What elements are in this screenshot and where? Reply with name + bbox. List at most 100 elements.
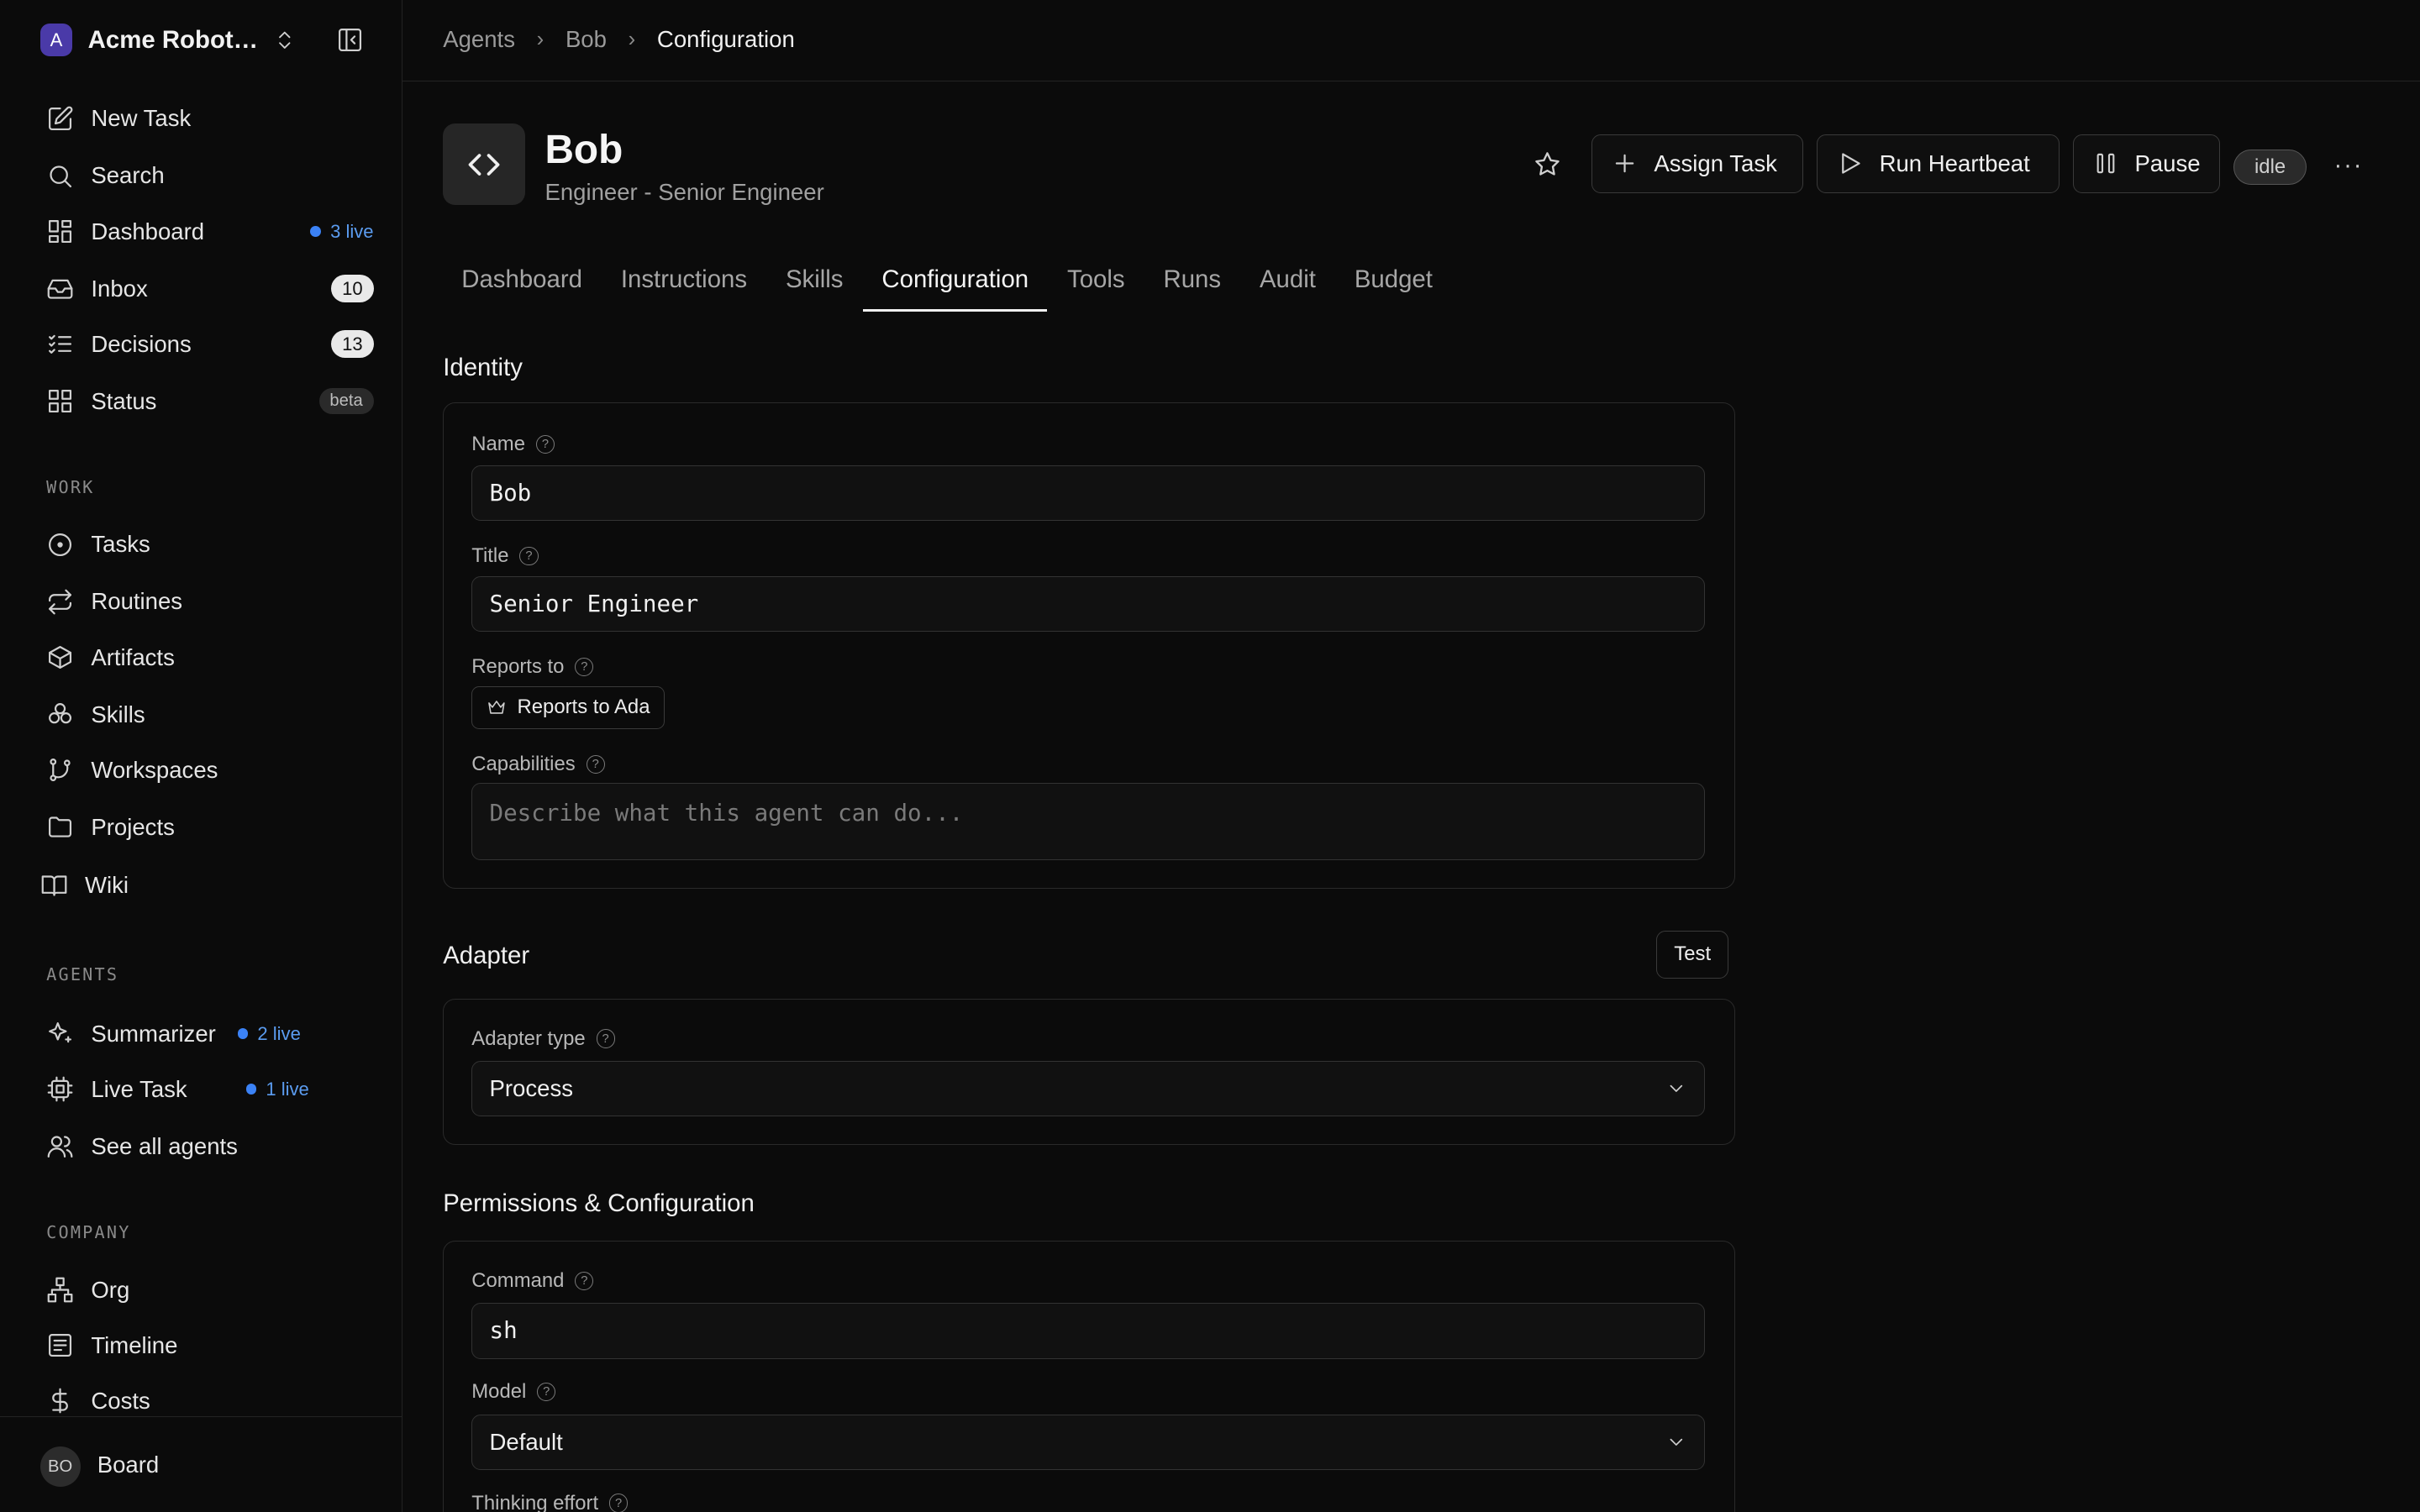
dollar-icon — [52, 1389, 68, 1414]
reports-to-label-text: Reports to — [471, 654, 565, 678]
test-button[interactable]: Test — [1656, 930, 1729, 979]
nav-label: Tasks — [91, 531, 150, 558]
breadcrumb-agents[interactable]: Agents — [443, 26, 515, 53]
nav-agent-live-task[interactable]: Live Task 1 live — [34, 1068, 373, 1110]
help-icon[interactable]: ? — [537, 1383, 556, 1402]
section-agents: AGENTS — [46, 964, 119, 985]
section-work: WORK — [46, 476, 95, 497]
nav-artifacts[interactable]: Artifacts — [34, 636, 373, 679]
breadcrumb-bob[interactable]: Bob — [566, 26, 607, 53]
model-label-text: Model — [471, 1380, 527, 1404]
collapse-sidebar-icon[interactable] — [336, 26, 364, 54]
assign-task-button[interactable]: Assign Task — [1591, 134, 1803, 193]
nav-search[interactable]: Search — [34, 155, 373, 197]
name-field[interactable]: Bob — [471, 465, 1706, 522]
nav-tasks[interactable]: Tasks — [34, 523, 373, 566]
timeline-icon — [49, 1334, 72, 1357]
book-open-icon — [41, 875, 67, 896]
model-select[interactable]: Default — [471, 1414, 1706, 1470]
git-branch-icon — [50, 759, 71, 782]
name-label-text: Name — [471, 433, 525, 456]
adapter-type-select[interactable]: Process — [471, 1061, 1706, 1117]
nav-routines[interactable]: Routines — [34, 580, 373, 623]
help-icon[interactable]: ? — [575, 657, 594, 676]
star-icon[interactable] — [1533, 150, 1562, 179]
adapter-type-label-text: Adapter type — [471, 1026, 586, 1050]
nav-see-all-agents[interactable]: See all agents — [34, 1125, 373, 1168]
help-icon[interactable]: ? — [575, 1271, 594, 1291]
nav-label: Artifacts — [91, 643, 175, 670]
box-icon — [49, 646, 72, 669]
nav-workspaces[interactable]: Workspaces — [34, 748, 373, 791]
nav-timeline[interactable]: Timeline — [34, 1324, 373, 1367]
thinking-effort-label-text: Thinking effort — [471, 1491, 599, 1512]
model-label: Model? — [471, 1380, 556, 1404]
company-switcher[interactable]: A Acme Robotics — [39, 24, 297, 57]
tab-budget[interactable]: Budget — [1336, 247, 1451, 312]
nav-label: Routines — [91, 588, 183, 615]
reports-to-value: Reports to Ada — [517, 696, 650, 719]
status-badge: idle — [2233, 150, 2307, 186]
sparkles-icon — [49, 1022, 72, 1043]
command-field[interactable]: sh — [471, 1303, 1706, 1359]
count-badge: 13 — [331, 329, 374, 359]
help-icon[interactable]: ? — [535, 435, 555, 454]
agent-subtitle: Engineer - Senior Engineer — [544, 179, 824, 206]
tab-configuration[interactable]: Configuration — [863, 247, 1048, 312]
company-logo: A — [39, 24, 73, 57]
nav-wiki[interactable]: Wiki — [28, 864, 367, 907]
agent-name: Bob — [544, 127, 623, 172]
avatar: BO — [39, 1446, 81, 1487]
play-icon — [1842, 153, 1860, 174]
tab-dashboard[interactable]: Dashboard — [443, 247, 601, 312]
nav-new-task[interactable]: New Task — [34, 97, 373, 140]
tab-runs[interactable]: Runs — [1144, 247, 1239, 312]
repeat-icon — [49, 589, 72, 615]
tab-instructions[interactable]: Instructions — [602, 247, 765, 312]
topbar: Agents › Bob › Configuration — [402, 0, 2420, 81]
nav-label: Projects — [91, 813, 175, 840]
model-value: Default — [489, 1428, 563, 1455]
tab-tools[interactable]: Tools — [1049, 247, 1144, 312]
nav-label: New Task — [91, 105, 192, 132]
capabilities-textarea[interactable]: Describe what this agent can do... — [471, 783, 1706, 861]
nav-projects[interactable]: Projects — [34, 806, 373, 848]
nav-org[interactable]: Org — [34, 1268, 373, 1311]
nav-status[interactable]: Status beta — [34, 380, 374, 423]
help-icon[interactable]: ? — [586, 754, 605, 774]
nav-label: Timeline — [91, 1331, 178, 1358]
breadcrumb: Agents › Bob › Configuration — [443, 26, 795, 53]
section-company: COMPANY — [46, 1221, 131, 1242]
help-icon[interactable]: ? — [608, 1494, 629, 1512]
reports-to-label: Reports to? — [471, 654, 594, 679]
chevron-right-icon: › — [536, 27, 544, 51]
help-icon[interactable]: ? — [596, 1029, 615, 1048]
nav-label: Search — [91, 162, 165, 189]
tab-skills[interactable]: Skills — [767, 247, 862, 312]
tab-audit[interactable]: Audit — [1241, 247, 1334, 312]
title-field[interactable]: Senior Engineer — [471, 576, 1706, 633]
nav-skills[interactable]: Skills — [34, 693, 373, 736]
nav-inbox[interactable]: Inbox 10 — [34, 267, 374, 310]
more-menu-icon[interactable]: ··· — [2334, 151, 2364, 180]
nav-label: See all agents — [91, 1132, 238, 1159]
nav-decisions[interactable]: Decisions 13 — [34, 323, 374, 365]
adapter-type-label: Adapter type? — [471, 1026, 615, 1051]
permissions-card: Command? sh Model? Default Thinking effo… — [443, 1240, 1735, 1512]
reports-to-chip[interactable]: Reports to Ada — [471, 685, 666, 730]
thinking-effort-label: Thinking effort? — [471, 1491, 629, 1512]
adapter-heading: Adapter — [443, 941, 530, 969]
capabilities-label: Capabilities? — [471, 753, 605, 776]
pause-icon — [2096, 153, 2115, 174]
live-indicator: 3 live — [310, 221, 373, 243]
status-icon — [49, 390, 72, 413]
help-icon[interactable]: ? — [519, 546, 539, 565]
pause-button[interactable]: Pause — [2073, 134, 2220, 193]
user-menu[interactable]: BO Board — [0, 1416, 402, 1512]
nav-dashboard[interactable]: Dashboard 3 live — [34, 210, 374, 253]
command-label-text: Command — [471, 1269, 565, 1292]
command-label: Command? — [471, 1269, 594, 1293]
run-heartbeat-button[interactable]: Run Heartbeat — [1817, 134, 2060, 193]
nav-agent-summarizer[interactable]: Summarizer 2 live — [34, 1012, 373, 1055]
nav-label: Wiki — [85, 872, 129, 899]
